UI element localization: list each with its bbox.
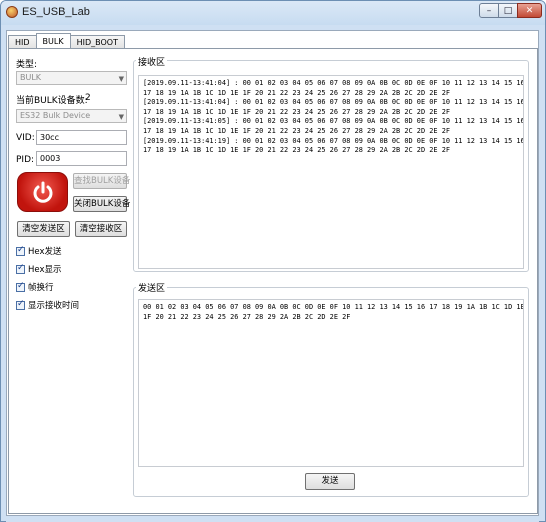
checkbox-check-icon bbox=[16, 263, 25, 274]
show-receive-time-checkbox[interactable]: 显示接收时间 bbox=[16, 299, 79, 311]
receive-textarea[interactable]: [2019.09.11-13:41:04] : 00 01 02 03 04 0… bbox=[138, 75, 524, 269]
hex-display-label: Hex显示 bbox=[28, 265, 62, 275]
power-button[interactable] bbox=[17, 172, 68, 212]
clear-receive-button[interactable]: 清空接收区 bbox=[75, 221, 127, 237]
send-textarea[interactable]: 00 01 02 03 04 05 06 07 08 09 0A 0B 0C 0… bbox=[138, 299, 524, 467]
tab-bar: HID BULK HID_BOOT bbox=[8, 33, 125, 49]
chevron-down-icon: ▼ bbox=[118, 113, 124, 121]
title-bar[interactable]: ES_USB_Lab – □ ✕ bbox=[1, 1, 545, 25]
vid-input[interactable]: 30cc bbox=[36, 130, 127, 145]
checkbox-check-icon bbox=[16, 245, 25, 256]
device-count-value: 2 bbox=[85, 93, 91, 103]
tab-hid[interactable]: HID bbox=[8, 35, 37, 48]
clear-send-button[interactable]: 清空发送区 bbox=[17, 221, 70, 237]
send-group-title: 发送区 bbox=[136, 281, 168, 294]
frame-newline-label: 帧换行 bbox=[28, 283, 54, 293]
frame-newline-checkbox[interactable]: 帧换行 bbox=[16, 281, 54, 293]
vid-label: VID: bbox=[16, 133, 35, 143]
window-bottom-border bbox=[6, 516, 539, 522]
device-select[interactable]: ES32 Bulk Device ▼ bbox=[16, 109, 127, 123]
device-count-label: 当前BULK设备数: bbox=[16, 96, 88, 106]
tab-hid-boot[interactable]: HID_BOOT bbox=[69, 35, 125, 48]
pid-label: PID: bbox=[16, 155, 35, 165]
pid-input[interactable]: 0003 bbox=[36, 151, 127, 166]
show-receive-time-label: 显示接收时间 bbox=[28, 301, 80, 311]
receive-group-title: 接收区 bbox=[136, 55, 168, 68]
send-button[interactable]: 发送 bbox=[305, 473, 355, 490]
type-select-value: BULK bbox=[20, 73, 42, 82]
hex-display-checkbox[interactable]: Hex显示 bbox=[16, 263, 62, 275]
hex-send-label: Hex发送 bbox=[28, 247, 62, 257]
window-title: ES_USB_Lab bbox=[22, 6, 90, 18]
find-device-button[interactable]: 查找BULK设备 bbox=[73, 173, 130, 189]
checkbox-check-icon bbox=[16, 281, 25, 292]
app-icon bbox=[6, 6, 18, 18]
checkbox-check-icon bbox=[16, 299, 25, 310]
type-select[interactable]: BULK ▼ bbox=[16, 71, 127, 85]
close-device-button[interactable]: 关闭BULK设备 bbox=[73, 196, 130, 212]
type-label: 类型: bbox=[16, 60, 38, 70]
chevron-down-icon: ▼ bbox=[118, 75, 124, 83]
tab-bulk[interactable]: BULK bbox=[35, 33, 71, 48]
minimize-button[interactable]: – bbox=[479, 3, 499, 18]
hex-send-checkbox[interactable]: Hex发送 bbox=[16, 245, 62, 257]
power-icon bbox=[33, 181, 53, 203]
device-select-value: ES32 Bulk Device bbox=[20, 111, 91, 120]
close-button[interactable]: ✕ bbox=[517, 3, 542, 18]
maximize-button[interactable]: □ bbox=[498, 3, 518, 18]
